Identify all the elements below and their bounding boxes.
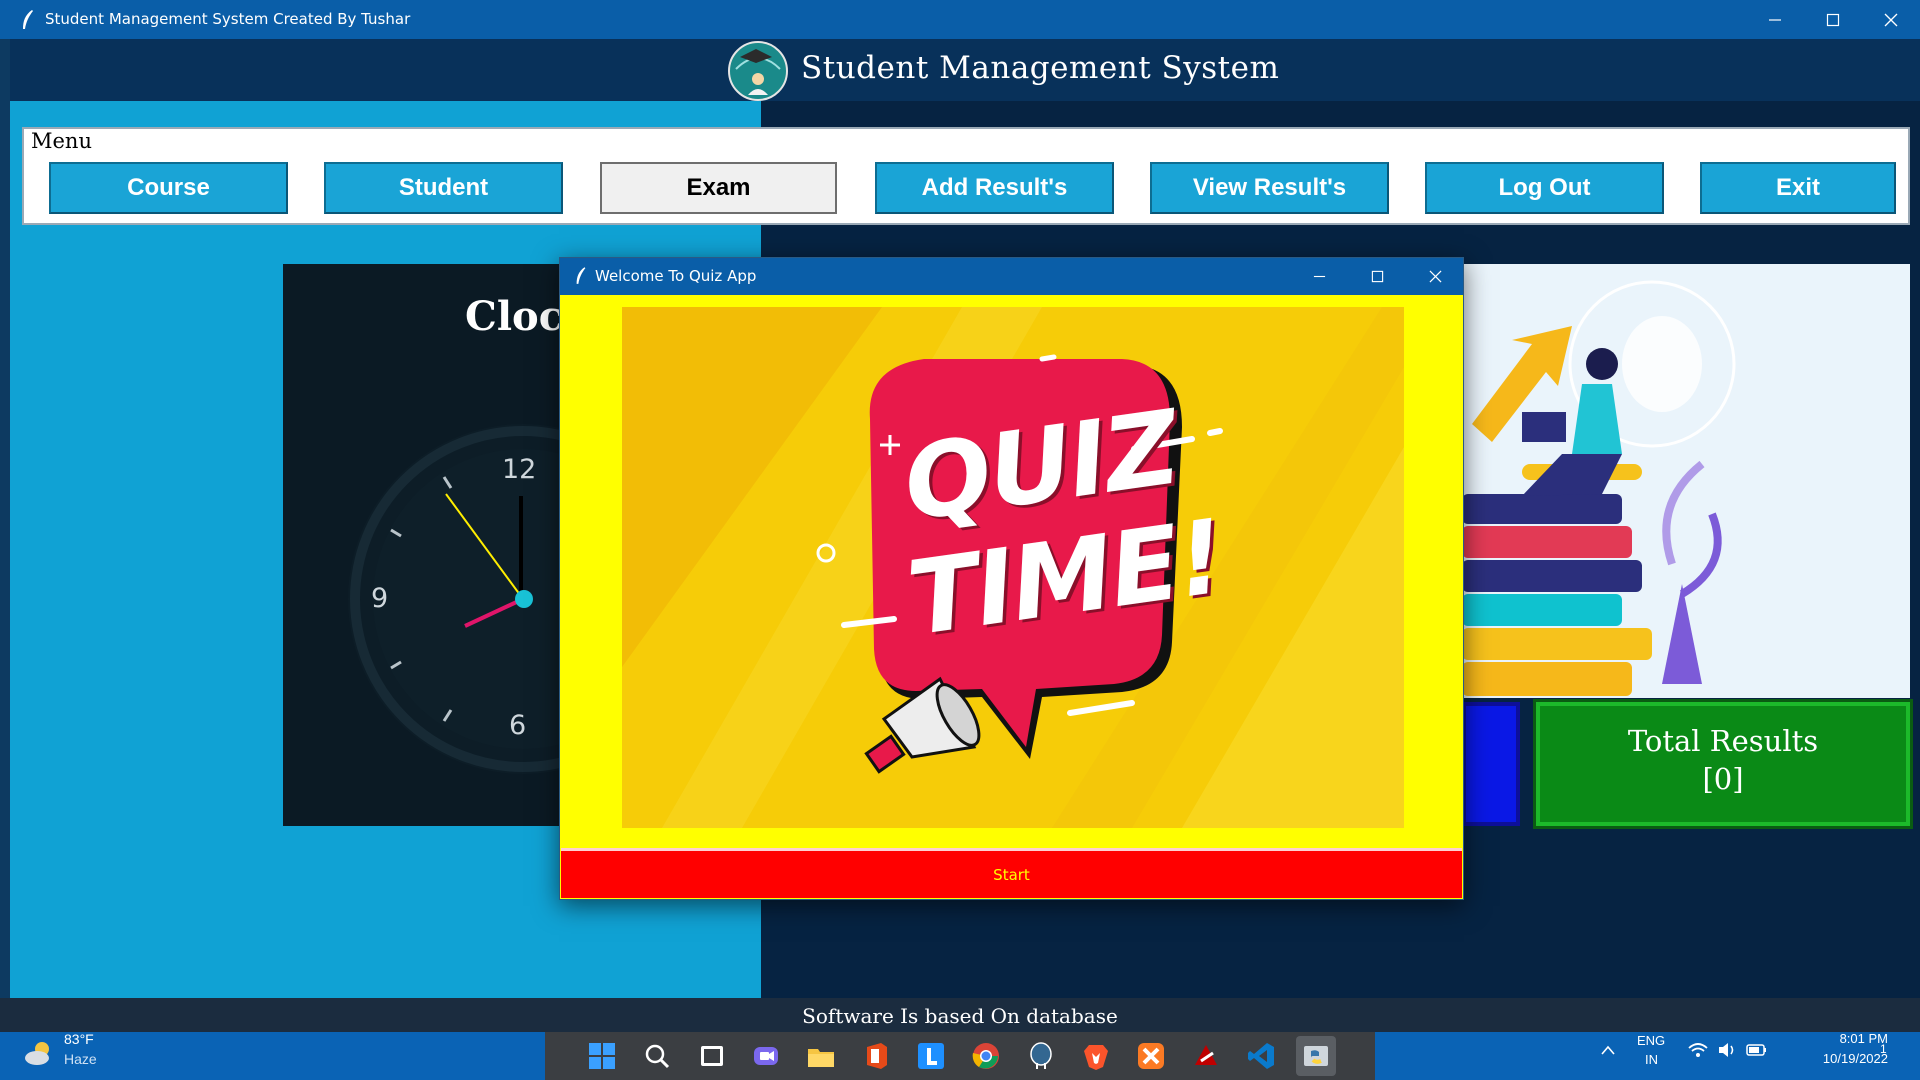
window-titlebar: Student Management System Created By Tus… (0, 0, 1920, 39)
chevron-up-icon[interactable] (1600, 1044, 1616, 1056)
start-button[interactable]: Start (561, 848, 1462, 898)
feather-icon (23, 10, 33, 29)
minimize-icon (1769, 18, 1781, 21)
close-icon (1429, 270, 1441, 283)
taskbar-file-explorer[interactable] (801, 1036, 841, 1076)
student-button[interactable]: Student (324, 162, 563, 214)
quiz-time-banner: QUIZ TIME! (622, 307, 1404, 828)
taskbar-office[interactable] (856, 1036, 896, 1076)
taskbar-vscode[interactable] (1241, 1036, 1281, 1076)
clock-panel: 12 9 6 (283, 264, 583, 826)
brave-icon (1084, 1045, 1108, 1070)
file-explorer-icon (808, 1049, 834, 1067)
postgres-icon (1030, 1042, 1052, 1069)
office-icon (867, 1043, 887, 1069)
chrome-icon (972, 1043, 999, 1069)
taskbar-task-view[interactable] (692, 1036, 732, 1076)
clock-numeral-9: 9 (371, 583, 389, 614)
python-app-icon (1304, 1046, 1328, 1066)
maximize-icon (1371, 270, 1383, 283)
search-icon (645, 1044, 670, 1069)
xampp-icon (1138, 1043, 1164, 1069)
analog-clock-icon (348, 424, 583, 774)
taskbar-filezilla[interactable] (1186, 1036, 1226, 1076)
window-title: Student Management System Created By Tus… (45, 10, 411, 28)
window-border (0, 39, 10, 1049)
clock-date[interactable]: 10/19/2022 (1788, 1051, 1888, 1066)
quiz-dialog: Welcome To Quiz App QUIZ TIME! Start (559, 257, 1464, 900)
study-illustration (1462, 264, 1910, 698)
quiz-dialog-titlebar: Welcome To Quiz App (560, 258, 1463, 295)
add-results-button[interactable]: Add Result's (875, 162, 1114, 214)
minimize-button[interactable] (1746, 0, 1804, 39)
task-view-icon (701, 1046, 723, 1066)
close-button[interactable] (1862, 0, 1920, 39)
battery-icon[interactable] (1746, 1042, 1768, 1058)
books-illustration (1462, 280, 1736, 696)
notification-count[interactable]: 1 (1880, 1042, 1887, 1056)
maximize-button[interactable] (1804, 0, 1862, 39)
close-icon (1884, 13, 1898, 26)
taskbar-postgres[interactable] (1021, 1036, 1061, 1076)
chat-icon (754, 1047, 778, 1065)
weather-cloud-icon[interactable] (22, 1038, 56, 1068)
menu-legend: Menu (28, 129, 95, 153)
course-button[interactable]: Course (49, 162, 288, 214)
weather-temperature[interactable]: 83°F (64, 1031, 94, 1047)
taskbar-xampp[interactable] (1131, 1036, 1171, 1076)
taskbar-chat[interactable] (746, 1036, 786, 1076)
windows-start-icon (589, 1043, 615, 1069)
dialog-close-button[interactable] (1406, 258, 1464, 295)
quiz-dialog-title: Welcome To Quiz App (595, 267, 757, 285)
clock-time[interactable]: 8:01 PM (1788, 1031, 1888, 1046)
exam-button[interactable]: Exam (600, 162, 837, 214)
taskbar-search[interactable] (637, 1036, 677, 1076)
minimize-icon (1313, 275, 1325, 278)
l-app-icon (918, 1043, 944, 1069)
app-title: Student Management System (801, 50, 1280, 86)
weather-description[interactable]: Haze (64, 1051, 97, 1067)
volume-icon[interactable] (1716, 1040, 1738, 1060)
total-results-label: Total Results (1627, 724, 1819, 758)
stat-card (1462, 702, 1520, 826)
language-indicator[interactable]: ENG (1637, 1033, 1665, 1048)
graduate-globe-logo (728, 41, 788, 101)
view-results-button[interactable]: View Result's (1150, 162, 1389, 214)
filezilla-icon (1195, 1045, 1217, 1065)
log-out-button[interactable]: Log Out (1425, 162, 1664, 214)
windows-start-button[interactable] (582, 1036, 622, 1076)
total-results-value: [0] (1702, 762, 1744, 796)
dialog-maximize-button[interactable] (1348, 258, 1406, 295)
wifi-icon[interactable] (1687, 1040, 1709, 1060)
taskbar-l-app[interactable] (911, 1036, 951, 1076)
taskbar-python-app-active[interactable] (1296, 1036, 1336, 1076)
taskbar-brave[interactable] (1076, 1036, 1116, 1076)
feather-icon (576, 267, 586, 284)
status-text: Software Is based On database (802, 1004, 1118, 1028)
total-results-card: Total Results [0] (1533, 699, 1913, 829)
vscode-icon (1248, 1043, 1274, 1069)
clock-numeral-12: 12 (502, 454, 537, 485)
taskbar-chrome[interactable] (966, 1036, 1006, 1076)
dialog-minimize-button[interactable] (1290, 258, 1348, 295)
clock-numeral-6: 6 (509, 710, 527, 741)
language-region[interactable]: IN (1645, 1052, 1658, 1067)
exit-button[interactable]: Exit (1700, 162, 1896, 214)
maximize-icon (1826, 13, 1840, 26)
